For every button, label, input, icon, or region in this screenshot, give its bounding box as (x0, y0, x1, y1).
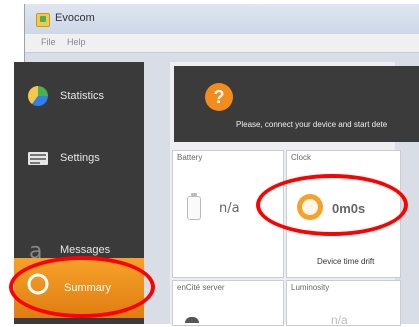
sidebar-item-statistics[interactable]: Statistics (14, 70, 144, 126)
warning-icon: ? (205, 83, 233, 111)
panel-title: Clock (291, 153, 312, 162)
panel-title: Battery (177, 153, 203, 162)
server-panel: enCité server (172, 280, 284, 326)
sidebar-item-label: Messages (60, 244, 111, 256)
server-icon (185, 317, 199, 323)
highlight-ellipse-clock (256, 174, 408, 236)
luminosity-panel: Luminosity n/a (286, 280, 401, 327)
highlight-ellipse-summary (9, 256, 155, 318)
status-banner: ? Please, connect your device and start … (174, 66, 419, 142)
menu-bar: File Help (25, 34, 419, 53)
clock-caption: Device time drift (317, 257, 375, 266)
statistics-icon (28, 86, 48, 106)
luminosity-value: n/a (331, 313, 348, 327)
settings-icon (28, 152, 48, 165)
sidebar-item-settings[interactable]: Settings (14, 132, 144, 188)
menu-file[interactable]: File (41, 37, 56, 47)
battery-value: n/a (219, 201, 240, 216)
sidebar-item-label: Statistics (60, 90, 105, 102)
title-bar: Evocom (25, 4, 419, 34)
app-logo-icon (36, 13, 50, 27)
window-title: Evocom (55, 12, 95, 24)
panel-title: Luminosity (291, 283, 330, 292)
banner-message: Please, connect your device and start de… (236, 120, 388, 129)
menu-help[interactable]: Help (67, 37, 86, 47)
sidebar-item-label: Settings (60, 152, 100, 164)
battery-icon (187, 193, 201, 220)
panel-title: enCité server (177, 283, 225, 292)
